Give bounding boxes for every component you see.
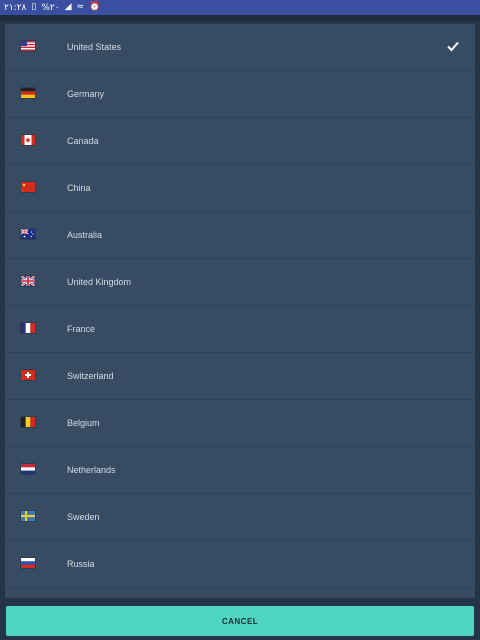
checkmark-icon — [447, 41, 459, 52]
country-label: Russia — [67, 559, 95, 569]
country-label: Australia — [67, 230, 103, 240]
signal-icon: ◢ — [64, 2, 72, 12]
us-flag-icon — [21, 41, 35, 51]
se-flag-icon — [21, 511, 35, 521]
country-row-gb[interactable]: United Kingdom — [5, 259, 475, 306]
be-flag-icon — [21, 417, 35, 427]
country-row-cn[interactable]: China — [5, 165, 475, 212]
country-row-ca[interactable]: Canada — [5, 118, 475, 165]
country-row-au[interactable]: Australia — [5, 212, 475, 259]
de-flag-icon — [21, 88, 35, 98]
ru-flag-icon — [21, 558, 35, 568]
country-list[interactable]: United States Germany Canada China Austr… — [5, 24, 475, 598]
country-label: Belgium — [67, 418, 100, 428]
battery-icon: ▯ — [31, 2, 37, 12]
country-row-nl[interactable]: Netherlands — [5, 447, 475, 494]
au-flag-icon — [21, 229, 35, 239]
fr-flag-icon — [21, 323, 35, 333]
alarm-icon: ⏰ — [89, 2, 101, 12]
country-row-de[interactable]: Germany — [5, 71, 475, 118]
country-row-fr[interactable]: France — [5, 306, 475, 353]
dim-overlay — [0, 15, 480, 21]
ca-flag-icon — [21, 135, 35, 145]
country-label: Germany — [67, 89, 105, 99]
country-label: Sweden — [67, 512, 100, 522]
country-label: United States — [67, 42, 122, 52]
ch-flag-icon — [21, 370, 35, 380]
country-label: Switzerland — [67, 371, 114, 381]
country-row-ru[interactable]: Russia — [5, 541, 475, 588]
wifi-icon: ≈ — [76, 2, 85, 12]
country-label: Netherlands — [67, 465, 116, 475]
cancel-button[interactable]: CANCEL — [6, 606, 474, 636]
nl-flag-icon — [21, 464, 35, 474]
battery-percent: %۲۰ — [41, 2, 60, 13]
gb-flag-icon — [21, 276, 35, 286]
country-row-ch[interactable]: Switzerland — [5, 353, 475, 400]
country-label: Canada — [67, 136, 99, 146]
country-row-us[interactable]: United States — [5, 24, 475, 71]
cn-flag-icon — [21, 182, 35, 192]
status-bar: ۲۱:۲۸ ▯ %۲۰ ◢ ≈ ⏰ — [0, 0, 480, 15]
country-row-se[interactable]: Sweden — [5, 494, 475, 541]
country-row-be[interactable]: Belgium — [5, 400, 475, 447]
country-label: China — [67, 183, 91, 193]
country-label: United Kingdom — [67, 277, 132, 287]
status-time: ۲۱:۲۸ — [4, 2, 27, 13]
country-label: France — [67, 324, 96, 334]
